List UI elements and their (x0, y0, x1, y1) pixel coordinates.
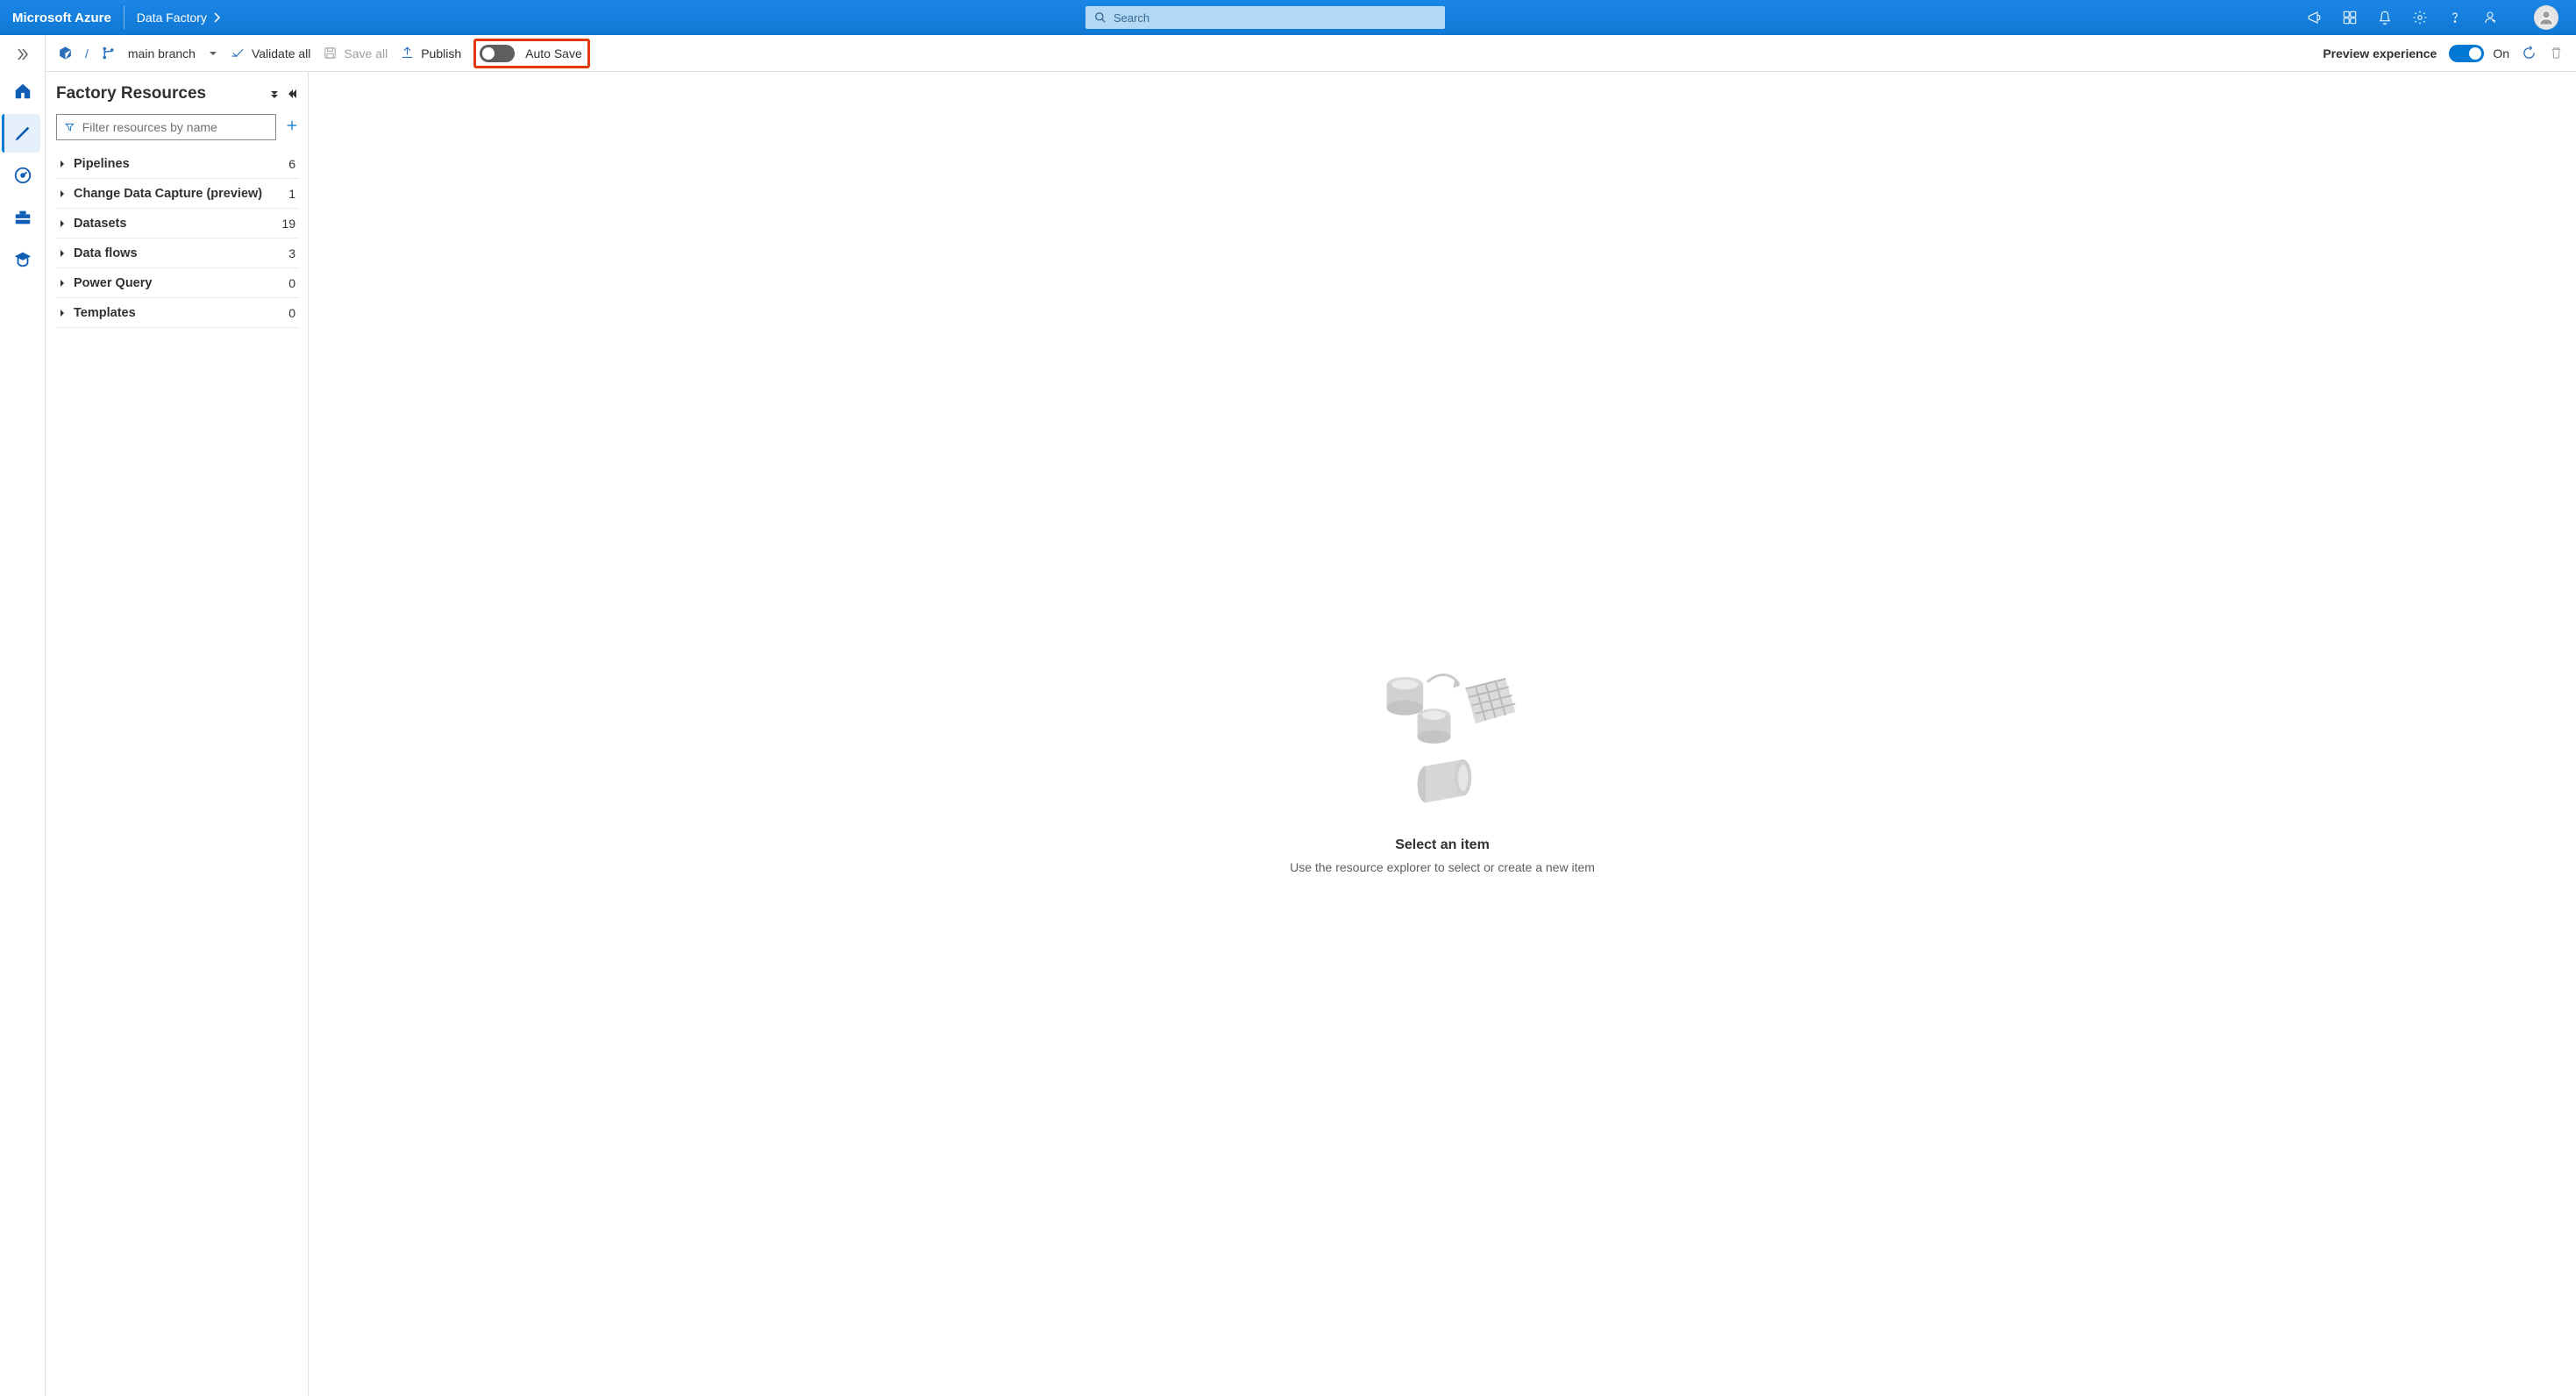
publish-button[interactable]: Publish (400, 46, 461, 61)
chevron-double-right-icon (16, 47, 30, 61)
canvas: Select an item Use the resource explorer… (309, 72, 2576, 1396)
add-resource-button[interactable] (285, 118, 299, 137)
tree-item-templates[interactable]: Templates 0 (56, 298, 299, 328)
graduation-cap-icon (13, 250, 32, 269)
collapse-panel-icon[interactable] (288, 89, 299, 99)
author-toolbar: / main branch Validate all Save all Publ… (46, 35, 2576, 72)
chevron-down-icon (208, 48, 218, 59)
chevron-right-icon (58, 160, 67, 168)
rail-learn[interactable] (4, 240, 42, 279)
gear-icon[interactable] (2402, 0, 2437, 35)
tree-item-cdc[interactable]: Change Data Capture (preview) 1 (56, 179, 299, 209)
resources-title: Factory Resources (56, 84, 206, 103)
delete-button (2549, 46, 2564, 61)
branch-dropdown[interactable] (208, 48, 218, 59)
rail-monitor[interactable] (4, 156, 42, 195)
canvas-title: Select an item (1395, 837, 1490, 853)
auto-save-toggle[interactable] (480, 45, 515, 62)
chevron-right-icon (58, 219, 67, 228)
product-breadcrumb[interactable]: Data Factory (125, 11, 233, 25)
search-icon (1094, 11, 1107, 24)
filter-input-container[interactable] (56, 114, 276, 140)
publish-icon (400, 46, 415, 61)
save-all-button: Save all (323, 46, 388, 61)
placeholder-illustration (1359, 664, 1526, 822)
chevron-right-icon (58, 279, 67, 288)
left-rail (0, 35, 46, 1396)
azure-topbar: Microsoft Azure Data Factory Search (0, 0, 2576, 35)
preview-experience-toggle[interactable]: On (2449, 45, 2509, 62)
auto-save-highlight: Auto Save (473, 39, 590, 68)
validate-all-button[interactable]: Validate all (231, 46, 310, 61)
refresh-icon (2522, 46, 2537, 61)
filter-icon (64, 121, 75, 133)
expand-all-icon[interactable] (269, 89, 280, 99)
rail-manage[interactable] (4, 198, 42, 237)
plus-icon (285, 118, 299, 132)
filter-input[interactable] (82, 120, 268, 134)
rail-author[interactable] (2, 114, 40, 153)
tree-item-dataflows[interactable]: Data flows 3 (56, 239, 299, 268)
branch-name[interactable]: main branch (128, 46, 196, 61)
product-label: Data Factory (137, 11, 207, 25)
gauge-icon (13, 166, 32, 185)
rail-home[interactable] (4, 72, 42, 110)
avatar[interactable] (2534, 5, 2558, 30)
breadcrumb-separator: / (85, 46, 89, 61)
canvas-subtitle: Use the resource explorer to select or c… (1290, 860, 1595, 874)
preview-experience-label: Preview experience (2323, 46, 2437, 61)
auto-save-label: Auto Save (525, 46, 582, 61)
bell-icon[interactable] (2367, 0, 2402, 35)
tree-item-pipelines[interactable]: Pipelines 6 (56, 149, 299, 179)
factory-resources-panel: Factory Resources (46, 72, 309, 1396)
chevron-right-icon (214, 12, 221, 23)
copilot-icon[interactable] (2332, 0, 2367, 35)
brand-label[interactable]: Microsoft Azure (0, 11, 124, 25)
chevron-right-icon (58, 189, 67, 198)
data-factory-icon[interactable] (58, 46, 73, 61)
branch-icon[interactable] (101, 46, 116, 61)
toolbox-icon (13, 208, 32, 227)
rail-toggle[interactable] (5, 40, 40, 68)
help-icon[interactable] (2437, 0, 2473, 35)
feedback-icon[interactable] (2473, 0, 2508, 35)
home-icon (13, 82, 32, 101)
search-placeholder: Search (1114, 11, 1149, 25)
global-search[interactable]: Search (1085, 6, 1445, 29)
save-icon (323, 46, 338, 61)
checkmark-icon (231, 46, 246, 61)
announce-icon[interactable] (2297, 0, 2332, 35)
chevron-right-icon (58, 249, 67, 258)
tree-item-datasets[interactable]: Datasets 19 (56, 209, 299, 239)
trash-icon (2549, 46, 2564, 61)
tree-item-powerquery[interactable]: Power Query 0 (56, 268, 299, 298)
chevron-right-icon (58, 309, 67, 317)
pencil-icon (13, 124, 32, 143)
refresh-button[interactable] (2522, 46, 2537, 61)
